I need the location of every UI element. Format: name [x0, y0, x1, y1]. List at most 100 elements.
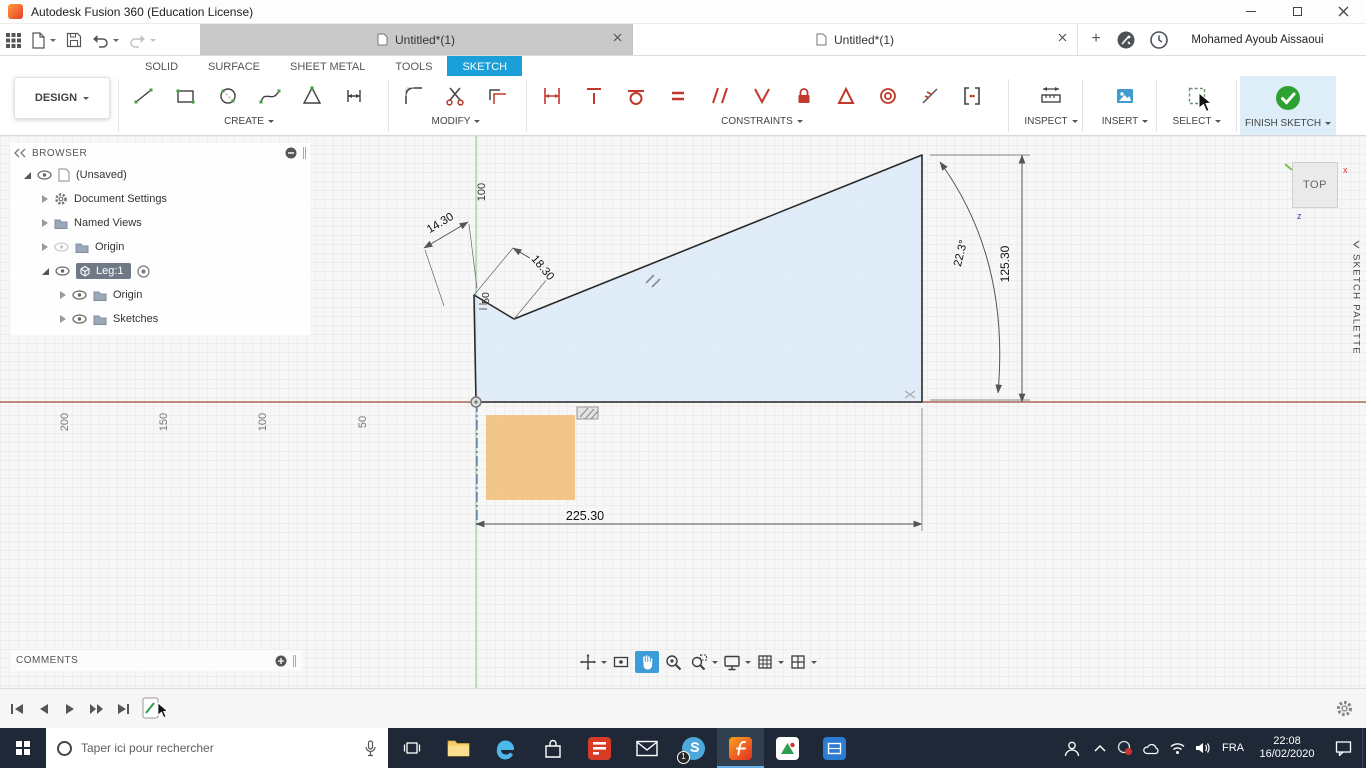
blue-app-icon[interactable]: [811, 728, 858, 768]
taskbar-clock[interactable]: 22:08 16/02/2020: [1250, 735, 1324, 761]
timeline-skip-start-button[interactable]: [10, 701, 25, 717]
viewcube[interactable]: TOP: [1292, 162, 1338, 208]
grid-snaps-caret-icon[interactable]: [778, 660, 784, 667]
tab-solid[interactable]: SOLID: [130, 56, 193, 76]
sketch-dimension-button[interactable]: [534, 78, 570, 114]
tab-sketch[interactable]: SKETCH: [447, 56, 523, 76]
group-finish-sketch[interactable]: FINISH SKETCH: [1240, 76, 1336, 135]
action-center-icon[interactable]: [1324, 728, 1362, 768]
timeline-settings-gear-icon[interactable]: [1335, 699, 1354, 718]
expand-arrow-icon[interactable]: [60, 291, 66, 299]
onedrive-tray-icon[interactable]: [1138, 728, 1164, 768]
rectangle-tool-button[interactable]: [168, 78, 204, 114]
look-at-button[interactable]: [609, 651, 633, 673]
expand-palette-icon[interactable]: [1352, 240, 1361, 249]
trim-tool-button[interactable]: [438, 78, 474, 114]
store-icon[interactable]: [529, 728, 576, 768]
expand-arrow-icon[interactable]: [42, 243, 48, 251]
expand-arrow-icon[interactable]: [24, 171, 31, 179]
tab-sheet-metal[interactable]: SHEET METAL: [275, 56, 380, 76]
timeline-step-back-button[interactable]: [36, 701, 51, 717]
fusion-360-taskbar-icon[interactable]: [717, 728, 764, 768]
minimize-button[interactable]: [1228, 0, 1274, 24]
browser-row-origin-child[interactable]: Origin: [10, 283, 310, 307]
dimension-50[interactable]: 50: [480, 292, 492, 304]
panel-grip[interactable]: [303, 147, 306, 159]
browser-row-sketches[interactable]: Sketches: [10, 307, 310, 331]
mail-app-icon[interactable]: [623, 728, 670, 768]
spline-tool-button[interactable]: [252, 78, 288, 114]
expand-arrow-icon[interactable]: [42, 195, 48, 203]
fix-constraint-button[interactable]: [786, 78, 822, 114]
expand-arrow-icon[interactable]: [42, 219, 48, 227]
browser-row-document-settings[interactable]: Document Settings: [10, 187, 310, 211]
midpoint-constraint-button[interactable]: [828, 78, 864, 114]
dimension-14-30[interactable]: 14.30: [423, 209, 478, 307]
new-tab-button[interactable]: +: [1086, 29, 1106, 49]
polygon-tool-button[interactable]: [294, 78, 330, 114]
close-button[interactable]: [1320, 0, 1366, 24]
offset-tool-button[interactable]: [480, 78, 516, 114]
display-settings-caret-icon[interactable]: [745, 660, 751, 667]
user-account-name[interactable]: Mohamed Ayoub Aissaoui: [1185, 24, 1330, 55]
dimension-angle[interactable]: 22.3°: [939, 161, 1003, 394]
skype-icon[interactable]: 1: [670, 728, 717, 768]
browser-row-leg-component[interactable]: Leg:1: [10, 259, 310, 283]
expand-arrow-icon[interactable]: [42, 267, 49, 275]
file-menu-icon[interactable]: [31, 31, 46, 49]
edge-browser-icon[interactable]: [482, 728, 529, 768]
file-explorer-icon[interactable]: [435, 728, 482, 768]
panel-grip[interactable]: [293, 654, 296, 667]
timeline-skip-end-button[interactable]: [116, 701, 131, 717]
tangent-constraint-button[interactable]: [618, 78, 654, 114]
visibility-eye-icon[interactable]: [37, 170, 52, 180]
zoom-window-caret-icon[interactable]: [712, 660, 718, 667]
grid-snaps-button[interactable]: [753, 651, 777, 673]
tab-surface[interactable]: SURFACE: [193, 56, 275, 76]
volume-icon[interactable]: [1190, 728, 1216, 768]
dimension-100[interactable]: 100: [476, 183, 488, 201]
hatch-marker[interactable]: [576, 406, 599, 420]
pan-hand-button[interactable]: [635, 651, 659, 673]
display-settings-button[interactable]: [720, 651, 744, 673]
undo-caret-icon[interactable]: [113, 39, 119, 45]
horizontal-vertical-constraint-button[interactable]: [576, 78, 612, 114]
language-indicator[interactable]: FRA: [1216, 742, 1250, 754]
insert-image-button[interactable]: [1107, 78, 1143, 114]
close-tab-icon[interactable]: [613, 33, 622, 42]
concentric-constraint-button[interactable]: [870, 78, 906, 114]
timeline-play-button[interactable]: [62, 701, 77, 717]
orbit-button[interactable]: [576, 651, 600, 673]
equal-constraint-button[interactable]: [660, 78, 696, 114]
visibility-eye-icon[interactable]: [72, 290, 87, 300]
collapse-browser-icon[interactable]: [14, 148, 26, 158]
antivirus-tray-icon[interactable]: [1112, 728, 1138, 768]
workspace-selector[interactable]: DESIGN: [14, 77, 110, 119]
app-launcher-icon[interactable]: [6, 32, 21, 48]
cortana-icon[interactable]: [57, 740, 72, 756]
tray-chevron-up-icon[interactable]: [1088, 728, 1112, 768]
maximize-button[interactable]: [1274, 0, 1320, 24]
visibility-eye-icon[interactable]: [55, 266, 70, 276]
viewports-caret-icon[interactable]: [811, 660, 817, 667]
perpendicular-constraint-button[interactable]: [744, 78, 780, 114]
comments-panel[interactable]: COMMENTS: [10, 650, 302, 671]
symmetry-constraint-button[interactable]: [912, 78, 948, 114]
select-group-label[interactable]: SELECT: [1173, 116, 1222, 127]
activate-component-radio-icon[interactable]: [136, 264, 150, 278]
selected-component[interactable]: Leg:1: [76, 263, 131, 279]
curvature-constraint-button[interactable]: [954, 78, 990, 114]
undo-icon[interactable]: [92, 33, 109, 48]
browser-row-origin[interactable]: Origin: [10, 235, 310, 259]
origin-point[interactable]: [470, 396, 482, 408]
zoom-window-button[interactable]: [687, 651, 711, 673]
network-wifi-icon[interactable]: [1164, 728, 1190, 768]
redo-icon[interactable]: [129, 33, 146, 48]
red-grid-app-icon[interactable]: [576, 728, 623, 768]
expand-arrow-icon[interactable]: [60, 315, 66, 323]
viewports-button[interactable]: [786, 651, 810, 673]
document-tab-active[interactable]: Untitled*(1): [632, 24, 1078, 55]
selection-region[interactable]: [486, 415, 575, 500]
document-tab-inactive[interactable]: Untitled*(1): [200, 24, 632, 55]
save-icon[interactable]: [66, 32, 82, 48]
